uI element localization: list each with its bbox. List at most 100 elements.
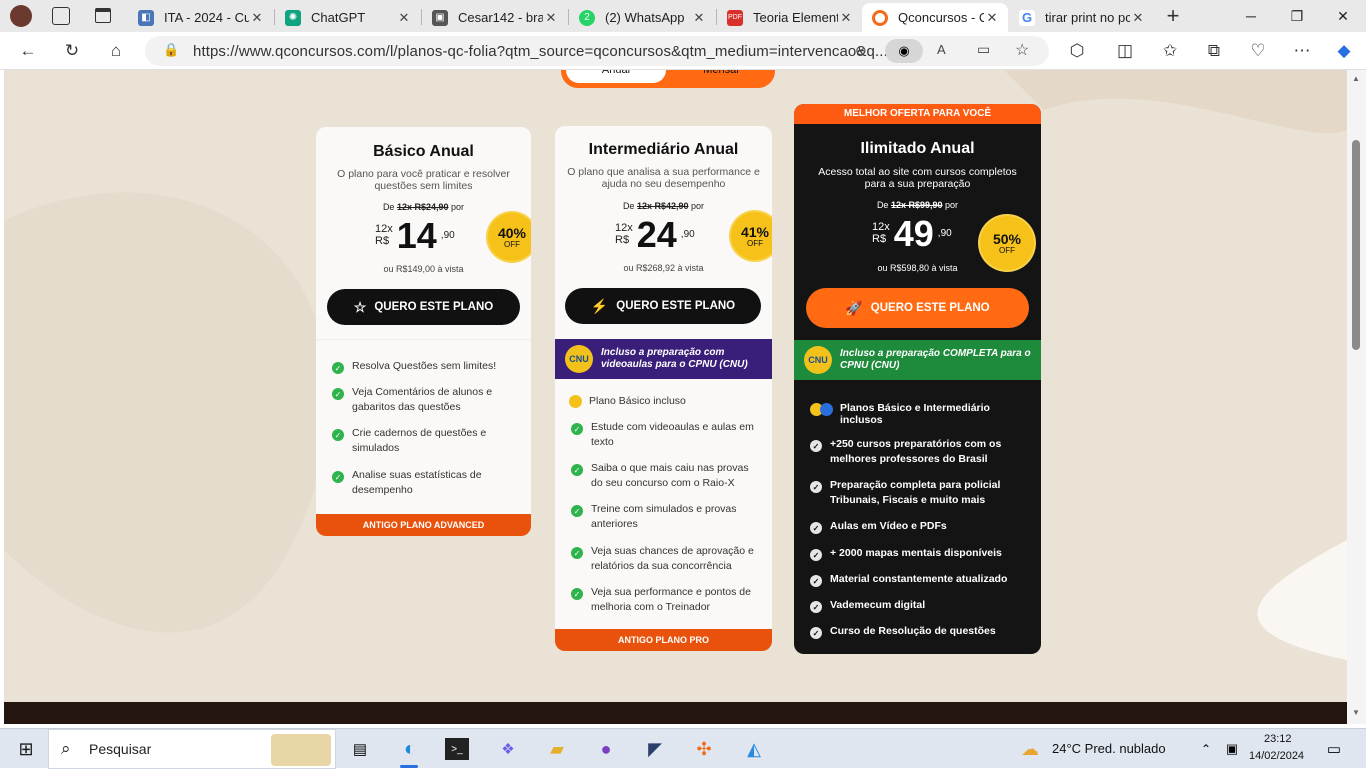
home-icon[interactable]: ⌂ bbox=[101, 36, 131, 66]
page-footer-band bbox=[4, 702, 1347, 724]
page-content: Anual Mensal Básico Anual O plano para v… bbox=[4, 70, 1347, 702]
tab-qconcursos[interactable]: Qconcursos - C ✕ bbox=[862, 3, 1008, 32]
tab-pdf[interactable]: PDF Teoria Element ✕ bbox=[717, 3, 862, 32]
network-icon[interactable]: ▣ bbox=[1218, 735, 1246, 763]
notifications-icon[interactable]: ▭ bbox=[1320, 735, 1348, 763]
tab-chatgpt[interactable]: ✺ ChatGPT ✕ bbox=[275, 3, 420, 32]
collections-icon[interactable]: ⧉ bbox=[1199, 36, 1229, 66]
tracking-prevention-icon[interactable]: ◉ bbox=[885, 39, 923, 63]
close-icon[interactable]: ✕ bbox=[543, 10, 559, 26]
cnu-banner: CNU Incluso a preparação COMPLETA para o… bbox=[794, 340, 1041, 380]
scrollbar-thumb[interactable] bbox=[1352, 140, 1360, 350]
close-icon[interactable]: ✕ bbox=[838, 10, 854, 26]
task-view-icon[interactable]: ▤ bbox=[346, 735, 374, 763]
select-plan-button[interactable]: 🚀 QUERO ESTE PLANO bbox=[806, 288, 1029, 328]
favorites-icon[interactable]: ✩ bbox=[1155, 36, 1185, 66]
read-aloud-icon[interactable]: A bbox=[937, 42, 946, 57]
plan-footer: ANTIGO PLANO ADVANCED bbox=[316, 514, 531, 536]
extensions-icon[interactable]: ⬡ bbox=[1062, 36, 1092, 66]
more-icon[interactable]: ⋯ bbox=[1287, 36, 1317, 66]
star-icon: ☆ bbox=[353, 298, 367, 315]
plan-description: O plano que analisa a sua performance e … bbox=[567, 166, 760, 190]
feature-item: ✓ Aulas em Vídeo e PDFs bbox=[810, 519, 1031, 534]
github-icon[interactable]: ● bbox=[592, 735, 620, 763]
copilot-icon[interactable]: ◆ bbox=[1329, 36, 1359, 66]
clock-time[interactable]: 23:12 bbox=[1264, 733, 1292, 745]
cnu-logo: CNU bbox=[565, 345, 593, 373]
plan-card-basico: Básico Anual O plano para você praticar … bbox=[316, 127, 531, 536]
edge-tab-icon: ◧ bbox=[138, 9, 154, 26]
close-icon[interactable]: ✕ bbox=[396, 10, 412, 26]
close-icon[interactable]: ✕ bbox=[984, 10, 1000, 26]
cash-price: ou R$149,00 à vista bbox=[383, 264, 464, 274]
file-explorer-icon[interactable]: ▰ bbox=[543, 735, 571, 763]
toggle-annual[interactable]: Anual bbox=[566, 70, 666, 83]
taskbar-search[interactable]: ⌕ Pesquisar bbox=[48, 729, 336, 769]
check-icon: ✓ bbox=[810, 627, 822, 639]
included-item: Plano Básico incluso bbox=[569, 394, 762, 409]
terminal-icon[interactable]: >_ bbox=[445, 738, 469, 760]
brainly-icon: ▣ bbox=[432, 9, 448, 26]
rocket-icon: 🚀 bbox=[845, 299, 863, 316]
photos-icon[interactable]: ◭ bbox=[740, 735, 768, 763]
immersive-reader-icon[interactable]: ▭ bbox=[977, 41, 990, 58]
tab-ita[interactable]: ◧ ITA - 2024 - Cu ✕ bbox=[128, 3, 273, 32]
select-plan-button[interactable]: ☆ QUERO ESTE PLANO bbox=[327, 289, 520, 325]
pdf-icon: PDF bbox=[727, 9, 743, 26]
toggle-monthly[interactable]: Mensal bbox=[671, 70, 771, 83]
address-toolbar: ← ↻ ⌂ 🔒 https://www.qconcursos.com/l/pla… bbox=[0, 32, 1366, 70]
browser-tab-bar: ◧ ITA - 2024 - Cu ✕ ✺ ChatGPT ✕ ▣ Cesar1… bbox=[0, 0, 1366, 32]
back-icon[interactable]: ← bbox=[13, 36, 43, 66]
qconcursos-icon bbox=[872, 9, 888, 26]
search-icon: ⌕ bbox=[61, 739, 71, 758]
profile-avatar[interactable] bbox=[10, 5, 32, 27]
close-icon[interactable]: ✕ bbox=[249, 10, 265, 26]
weather-text[interactable]: 24°C Pred. nublado bbox=[1052, 741, 1166, 756]
old-price: De 12x R$99,90 por bbox=[876, 200, 959, 210]
close-icon[interactable]: ✕ bbox=[1130, 10, 1146, 26]
chevron-up-icon[interactable]: ⌃ bbox=[1192, 735, 1220, 763]
weather-icon[interactable]: ☁ bbox=[1016, 735, 1044, 763]
close-icon[interactable]: ✕ bbox=[691, 10, 707, 26]
xampp-icon[interactable]: ✣ bbox=[690, 735, 718, 763]
tab-whatsapp[interactable]: 2 (2) WhatsApp ✕ bbox=[569, 3, 715, 32]
scroll-up-icon[interactable]: ▲ bbox=[1352, 74, 1360, 83]
price: 12x R$ 49 ,90 bbox=[872, 213, 952, 254]
tab-title: ITA - 2024 - Cu bbox=[164, 10, 249, 25]
tab-actions-icon[interactable] bbox=[95, 8, 111, 23]
copilot-taskbar-icon[interactable]: ❖ bbox=[494, 735, 522, 763]
favorite-star-icon[interactable]: ☆ bbox=[1015, 40, 1029, 60]
feature-item: ✓ Crie cadernos de questões e simulados bbox=[332, 426, 521, 456]
scroll-down-icon[interactable]: ▼ bbox=[1352, 708, 1360, 717]
clock-date[interactable]: 14/02/2024 bbox=[1249, 750, 1304, 762]
visual-studio-icon[interactable]: ◤ bbox=[641, 735, 669, 763]
tab-brainly[interactable]: ▣ Cesar142 - brai ✕ bbox=[422, 3, 567, 32]
tab-title: Qconcursos - C bbox=[898, 10, 984, 25]
lock-icon[interactable]: 🔒 bbox=[163, 42, 179, 58]
new-tab-button[interactable]: + bbox=[1160, 2, 1186, 30]
split-screen-icon[interactable]: ◫ bbox=[1110, 36, 1140, 66]
windows-start-icon[interactable]: ⊞ bbox=[12, 735, 40, 763]
page-scrollbar[interactable]: ▲ ▼ bbox=[1347, 70, 1366, 724]
check-icon: ✓ bbox=[332, 388, 344, 400]
feature-item: ✓ Saiba o que mais caiu nas provas do seu… bbox=[571, 461, 762, 491]
check-icon: ✓ bbox=[571, 588, 583, 600]
price: 12x R$ 14 ,90 bbox=[375, 215, 455, 256]
divider bbox=[316, 339, 531, 340]
workspaces-icon[interactable] bbox=[52, 7, 70, 25]
minimize-button[interactable]: ─ bbox=[1228, 0, 1274, 32]
close-window-button[interactable]: ✕ bbox=[1320, 0, 1366, 32]
tab-title: (2) WhatsApp bbox=[605, 10, 685, 25]
refresh-icon[interactable]: ↻ bbox=[57, 36, 87, 66]
select-plan-button[interactable]: ⚡ QUERO ESTE PLANO bbox=[565, 288, 761, 324]
tab-google[interactable]: G tirar print no pc ✕ bbox=[1009, 3, 1154, 32]
best-offer-ribbon: MELHOR OFERTA PARA VOCÊ bbox=[794, 104, 1041, 124]
performance-icon[interactable]: ♡ bbox=[1243, 36, 1273, 66]
edge-taskbar-icon[interactable]: ◐ bbox=[396, 735, 424, 763]
restore-button[interactable]: ❐ bbox=[1274, 0, 1320, 32]
address-bar[interactable]: 🔒 https://www.qconcursos.com/l/planos-qc… bbox=[145, 36, 1049, 66]
zoom-icon[interactable]: ⊖ bbox=[855, 42, 867, 59]
url-text[interactable]: https://www.qconcursos.com/l/planos-qc-f… bbox=[193, 43, 888, 60]
feature-item: ✓ Estude com videoaulas e aulas em texto bbox=[571, 420, 762, 450]
feature-item: ✓ Preparação completa para policial Tribu… bbox=[810, 478, 1031, 508]
